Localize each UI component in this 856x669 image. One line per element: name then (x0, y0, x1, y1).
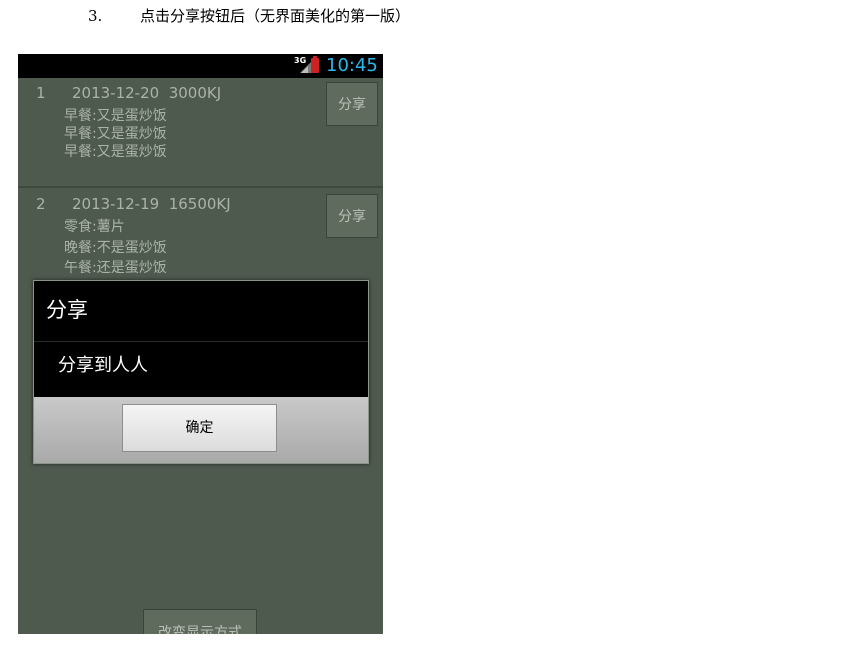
meal-line: 早餐:又是蛋炒饭 (64, 126, 167, 142)
caption-number: 3. (88, 7, 103, 25)
dialog-title-bar: 分享 (34, 281, 368, 342)
meal-line: 早餐:又是蛋炒饭 (64, 144, 167, 160)
share-button[interactable]: 分享 (326, 82, 378, 126)
dialog-button-bar: 确定 (34, 397, 368, 463)
caption-text: 点击分享按钮后（无界面美化的第一版） (140, 7, 411, 25)
list-divider (18, 186, 383, 188)
meal-line: 晚餐:不是蛋炒饭 (64, 240, 167, 256)
meal-line: 午餐:还是蛋炒饭 (64, 260, 167, 276)
share-dialog: 分享 分享到人人 确定 (33, 280, 369, 464)
dialog-message: 分享到人人 (58, 355, 148, 376)
document-caption: 3. 点击分享按钮后（无界面美化的第一版） (88, 4, 410, 28)
status-bar: 3G 10:45 (18, 54, 383, 78)
item-header: 2013-12-19 16500KJ (72, 195, 231, 213)
status-clock: 10:45 (326, 55, 378, 76)
item-header: 2013-12-20 3000KJ (72, 84, 222, 102)
share-button[interactable]: 分享 (326, 194, 378, 238)
battery-icon (311, 56, 319, 73)
meal-line: 零食:薯片 (64, 219, 125, 235)
dialog-title: 分享 (46, 298, 88, 322)
ok-button[interactable]: 确定 (122, 404, 277, 452)
phone-screen: 3G 10:45 1 2013-12-20 3000KJ 早餐:又是蛋炒饭 早餐… (18, 54, 383, 634)
list-item: 1 2013-12-20 3000KJ 早餐:又是蛋炒饭 早餐:又是蛋炒饭 早餐… (18, 78, 383, 186)
change-display-button[interactable]: 改变显示方式 (143, 609, 257, 634)
meal-line: 早餐:又是蛋炒饭 (64, 108, 167, 124)
list-item: 2 2013-12-19 16500KJ 零食:薯片 晚餐:不是蛋炒饭 午餐:还… (18, 189, 383, 289)
item-index: 1 (36, 84, 46, 102)
item-index: 2 (36, 195, 46, 213)
network-type-label: 3G (294, 56, 307, 65)
